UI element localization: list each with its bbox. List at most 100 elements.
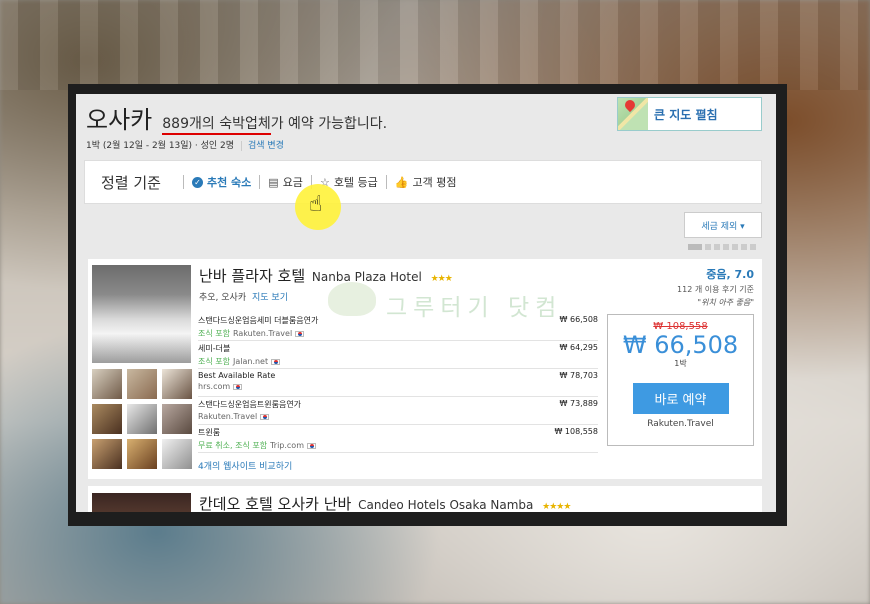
deal-room: Best Available Rate — [198, 371, 276, 380]
deal-tag: 조식 포함 — [198, 329, 230, 338]
photo-thumbnail[interactable] — [162, 439, 192, 469]
sort-bar: 정렬 기준 ✓ 추천 숙소 ▤ 요금 ☆ 호텔 등급 👍 고객 평점 — [84, 160, 762, 204]
watermark-stump-logo — [328, 282, 376, 316]
deal-price: ₩ 73,889 — [559, 399, 598, 408]
deal-site: Jalan.net — [232, 357, 269, 366]
check-circle-icon: ✓ — [191, 176, 203, 188]
hotel-card: 칸데오 호텔 오사카 난바 Candeo Hotels Osaka Namba … — [88, 486, 762, 512]
deal-row[interactable]: 스탠다드싱운업음트윈룸음연가 Rakuten.Travel ₩ 73,889 — [198, 397, 598, 425]
hotel-stars: ★★★ — [430, 274, 453, 284]
thumbs-up-icon: 👍 — [394, 175, 409, 189]
booking-site: Rakuten.Travel — [647, 419, 714, 429]
map-pin-icon — [622, 97, 638, 113]
sort-hotel-class-label: 호텔 등급 — [333, 176, 378, 189]
hotel-name[interactable]: 칸데오 호텔 오사카 난바 Candeo Hotels Osaka Namba … — [199, 493, 571, 512]
deal-room: 트윈룸 — [198, 428, 221, 437]
city-title: 오사카 — [86, 106, 153, 134]
photo-thumbnail[interactable] — [127, 369, 157, 399]
price-box: ₩ 108,558 ₩ 66,508 1박 바로 예약 Rakuten.Trav… — [607, 314, 754, 446]
map-view-link[interactable]: 지도 보기 — [252, 293, 288, 303]
hotel-location: 추오, 오사카 지도 보기 — [199, 290, 288, 303]
book-now-button[interactable]: 바로 예약 — [632, 383, 729, 414]
map-thumbnail — [618, 97, 648, 130]
divider — [385, 175, 387, 189]
deal-tag: 조식 포함 — [198, 357, 230, 366]
deal-tag: 무료 취소, 조식 포함 — [198, 441, 268, 450]
hotel-rating: 중음, 7.0 112 개 이용 후기 기준 "위치 아주 좋음" — [677, 266, 754, 308]
deal-row[interactable]: 트윈룸 무료 취소, 조식 포함 Trip.com ₩ 108,558 — [198, 425, 598, 453]
hotel-name-en: Candeo Hotels Osaka Namba — [358, 498, 534, 512]
divider — [182, 175, 184, 189]
sort-recommended[interactable]: ✓ 추천 숙소 — [191, 174, 252, 190]
hotel-main-photo[interactable] — [92, 265, 191, 363]
photo-thumbnail[interactable] — [92, 369, 122, 399]
dot[interactable] — [705, 244, 711, 250]
dot[interactable] — [688, 244, 702, 250]
photo-thumbnail[interactable] — [92, 404, 122, 434]
stay-info: 1박 (2월 12일 - 2월 13일) · 성인 2명 — [86, 141, 235, 151]
rating-quote: "위치 아주 좋음" — [697, 298, 754, 307]
expand-map-button[interactable]: 큰 지도 펼침 — [617, 97, 762, 131]
deal-site: Trip.com — [270, 441, 304, 450]
deal-row[interactable]: 세미-더블 조식 포함 Jalan.net ₩ 64,295 — [198, 341, 598, 369]
deal-room: 스탠다드싱운업음트윈룸음연가 — [198, 400, 302, 409]
dot[interactable] — [741, 244, 747, 250]
photo-thumbnail[interactable] — [162, 369, 192, 399]
count-number: 889 — [162, 116, 189, 132]
deal-price: ₩ 66,508 — [559, 315, 598, 324]
count-word: 개의 숙박업체 — [188, 116, 271, 132]
deal-list: 스탠다드싱운업음세미 더블룸음연가 조식 포함 Rakuten.Travel ₩ … — [198, 313, 598, 472]
korea-flag-icon — [260, 413, 270, 420]
hotel-stars: ★★★★ — [542, 502, 571, 512]
korea-flag-icon — [271, 358, 281, 365]
compare-sites-link[interactable]: 4개의 웹사이트 비교하기 — [198, 459, 598, 472]
change-search-link[interactable]: 검색 변경 — [240, 141, 284, 151]
sort-title: 정렬 기준 — [101, 173, 161, 192]
hotel-main-photo[interactable] — [92, 493, 191, 512]
sort-price[interactable]: ▤ 요금 — [268, 174, 303, 190]
background-curtain — [0, 0, 870, 90]
korea-flag-icon — [307, 442, 316, 449]
hotel-name-ko: 칸데오 호텔 오사카 난바 — [199, 495, 352, 512]
sort-guest-rating-label: 고객 평점 — [412, 176, 457, 189]
money-icon: ▤ — [268, 175, 279, 189]
photo-thumbnail[interactable] — [127, 404, 157, 434]
deal-price: ₩ 108,558 — [554, 427, 598, 436]
count-rest: 가 예약 가능합니다. — [270, 116, 388, 132]
sort-price-label: 요금 — [282, 176, 303, 189]
per-night: 1박 — [674, 359, 687, 368]
hand-cursor-icon: ☝ — [309, 192, 323, 217]
sort-guest-rating[interactable]: 👍 고객 평점 — [395, 174, 457, 190]
deal-row[interactable]: Best Available Rate hrs.com ₩ 78,703 — [198, 369, 598, 397]
dot[interactable] — [750, 244, 756, 250]
results-heading: 오사카 889개의 숙박업체가 예약 가능합니다. — [86, 100, 387, 135]
stay-info-row: 1박 (2월 12일 - 2월 13일) · 성인 2명 검색 변경 — [86, 138, 284, 151]
deal-price: ₩ 78,703 — [559, 371, 598, 380]
hotel-name[interactable]: 난바 플라자 호텔 Nanba Plaza Hotel ★★★ — [199, 265, 453, 286]
deal-room: 세미-더블 — [198, 344, 231, 353]
sort-recommended-label: 추천 숙소 — [206, 176, 252, 189]
dot[interactable] — [714, 244, 720, 250]
watermark: 그루터기 닷컴 — [386, 295, 563, 321]
tax-toggle-button[interactable]: 세금 제외 ▾ — [684, 212, 762, 238]
rating-score: 중음, 7.0 — [706, 268, 754, 281]
hotel-name-ko: 난바 플라자 호텔 — [199, 267, 306, 285]
korea-flag-icon — [295, 330, 305, 337]
deal-site: Rakuten.Travel — [232, 329, 293, 338]
pagination-dots — [688, 244, 756, 250]
dot[interactable] — [732, 244, 738, 250]
hotel-name-en: Nanba Plaza Hotel — [311, 270, 422, 284]
photo-thumbnail[interactable] — [162, 404, 192, 434]
expand-map-label: 큰 지도 펼침 — [654, 107, 718, 122]
korea-flag-icon — [233, 383, 243, 390]
deal-price: ₩ 64,295 — [559, 343, 598, 352]
dot[interactable] — [723, 244, 729, 250]
divider — [259, 175, 261, 189]
best-price: ₩ 66,508 — [622, 331, 739, 359]
deal-site: Rakuten.Travel — [198, 412, 258, 421]
screen: 오사카 889개의 숙박업체가 예약 가능합니다. 1박 (2월 12일 - 2… — [76, 94, 776, 512]
rating-count: 112 개 이용 후기 기준 — [677, 285, 754, 294]
photo-thumbnail[interactable] — [92, 439, 122, 469]
photo-thumbnail[interactable] — [127, 439, 157, 469]
location-text: 추오, 오사카 — [199, 293, 247, 303]
